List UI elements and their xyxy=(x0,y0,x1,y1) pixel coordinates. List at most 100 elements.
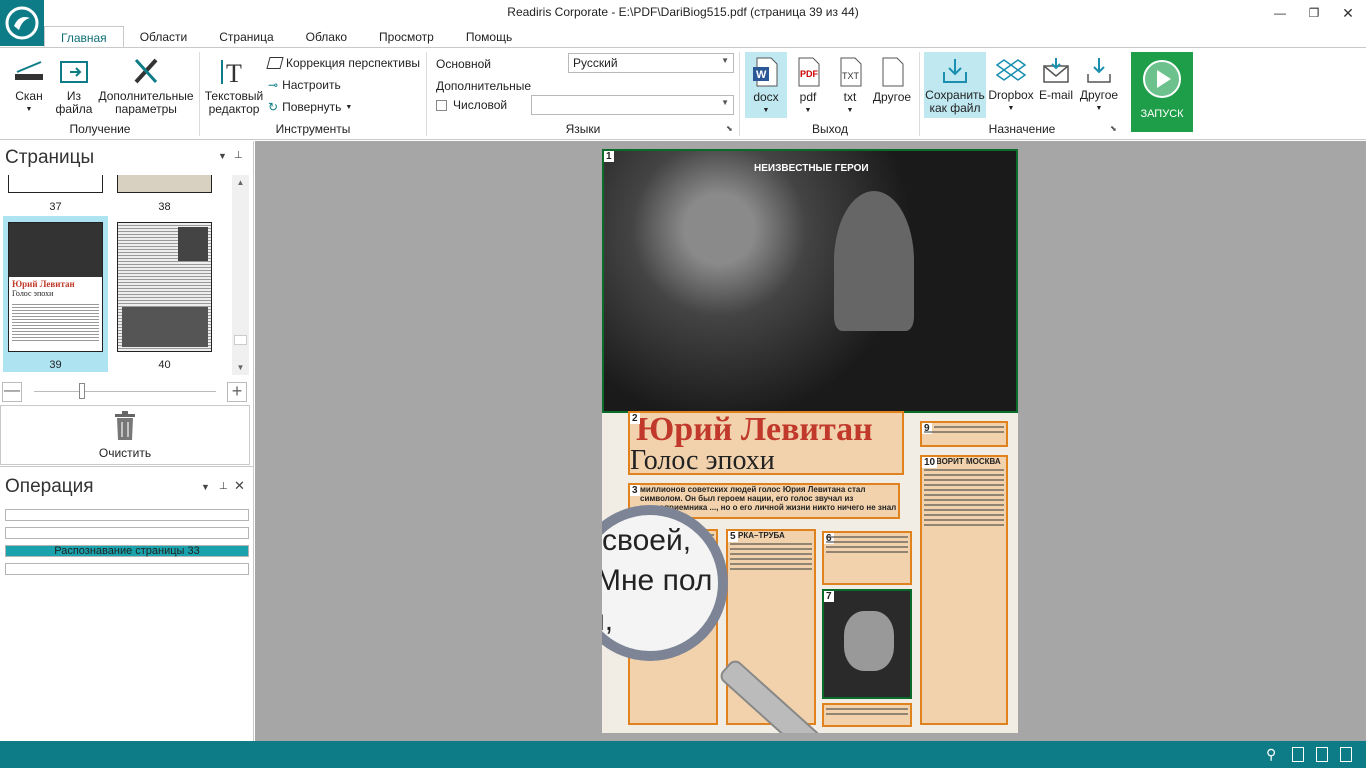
thumbnail-size-slider[interactable] xyxy=(34,391,216,392)
progress-bar xyxy=(5,563,249,575)
tab-cloud[interactable]: Облако xyxy=(290,26,363,47)
document-viewer[interactable]: НЕИЗВЕСТНЫЕ ГЕРОИ 1 2 Юрий Левитан Голос… xyxy=(255,141,1366,741)
adjust-label: Настроить xyxy=(282,78,341,92)
magnifier-line: своей, xyxy=(602,524,692,557)
text-editor-icon: T xyxy=(221,59,242,86)
magnifier-line: Мне пол xyxy=(602,564,713,597)
pin-icon[interactable]: ⊥ xyxy=(219,481,228,492)
pdf-label: pdf xyxy=(799,90,817,104)
page-thumbnail-39[interactable]: Юрий Левитан Голос эпохи xyxy=(8,222,103,352)
tab-home[interactable]: Главная xyxy=(44,26,124,48)
tab-view[interactable]: Просмотр xyxy=(363,26,450,47)
zone-number: 1 xyxy=(604,151,614,162)
page-thumbnail-38[interactable] xyxy=(117,175,212,193)
progress-bar-active: Распознавание страницы 33 xyxy=(5,545,249,557)
docx-button[interactable]: W docx ▼ xyxy=(745,52,787,118)
text-zone-9[interactable]: 9 xyxy=(920,421,1008,447)
perspective-button[interactable]: Коррекция перспективы xyxy=(266,56,420,70)
export-tray-icon xyxy=(1087,58,1111,83)
scroll-up-icon[interactable]: ▲ xyxy=(232,178,249,187)
close-panel-icon[interactable]: ✕ xyxy=(234,478,245,494)
pages-panel-title: Страницы xyxy=(5,147,95,168)
tab-help[interactable]: Помощь xyxy=(450,26,528,47)
run-button[interactable]: ЗАПУСК xyxy=(1131,52,1193,132)
zoom-in-button[interactable]: + xyxy=(227,382,247,402)
close-button[interactable]: ✕ xyxy=(1332,0,1364,26)
progress-text: Распознавание страницы 33 xyxy=(54,545,200,557)
destination-other-label: Другое xyxy=(1079,88,1119,102)
text-zone-10[interactable]: 10 ВОРИТ МОСКВА xyxy=(920,455,1008,725)
scroll-down-icon[interactable]: ▼ xyxy=(232,363,249,372)
text-zone-8[interactable] xyxy=(822,703,912,727)
group-tools-label: Инструменты xyxy=(275,122,351,136)
ribbon: Скан ▼ Из файла Дополнительные параметры … xyxy=(0,47,1366,140)
slider-handle[interactable] xyxy=(79,383,85,399)
zoom-out-button[interactable]: — xyxy=(2,382,22,402)
extra-language-label: Дополнительные xyxy=(436,79,531,93)
perspective-icon xyxy=(266,57,284,69)
zone-number: 10 xyxy=(922,457,938,468)
chevron-down-icon: ▼ xyxy=(721,56,729,65)
svg-text:TXT: TXT xyxy=(842,71,860,81)
pin-icon[interactable]: ⊥ xyxy=(234,150,243,161)
main-language-label: Основной xyxy=(436,57,492,71)
scrollbar-thumb[interactable] xyxy=(234,335,247,345)
thumb-headline: Юрий Левитан xyxy=(12,279,75,289)
docx-label: docx xyxy=(753,90,779,104)
minimize-button[interactable]: — xyxy=(1264,0,1296,26)
group-languages-label: Языки xyxy=(565,122,601,136)
trash-icon xyxy=(115,411,135,440)
page-thumbnail-40[interactable] xyxy=(117,222,212,352)
file-icon xyxy=(882,57,904,87)
page-number-40: 40 xyxy=(158,359,171,371)
txt-button[interactable]: TXT txt ▼ xyxy=(832,56,868,117)
image-zone-1[interactable]: НЕИЗВЕСТНЫЕ ГЕРОИ 1 xyxy=(602,149,1018,413)
app-logo-icon[interactable] xyxy=(0,0,44,46)
tab-page[interactable]: Страница xyxy=(203,26,289,47)
pdf-button[interactable]: PDF pdf ▼ xyxy=(790,56,826,117)
image-zone-7[interactable]: 7 xyxy=(822,589,912,699)
save-as-file-button[interactable]: Сохранить как файл xyxy=(924,52,986,118)
scan-button[interactable]: Скан ▼ xyxy=(8,56,50,116)
email-button[interactable]: E-mail xyxy=(1038,56,1074,102)
zone-number: 7 xyxy=(824,591,834,602)
maximize-button[interactable]: ❐ xyxy=(1298,0,1330,26)
clear-button[interactable]: Очистить xyxy=(0,405,250,465)
rotate-button[interactable]: ↻ Повернуть ▼ xyxy=(268,100,352,114)
fit-page-icon[interactable] xyxy=(1292,747,1304,762)
dialog-launcher-icon[interactable]: ⬊ xyxy=(1110,124,1117,133)
main-language-select[interactable]: Русский ▼ xyxy=(568,53,734,73)
text-editor-label-2: редактор xyxy=(208,102,260,116)
text-zone-6[interactable]: 6 xyxy=(822,531,912,585)
dropbox-icon xyxy=(996,59,1026,81)
fit-width-icon[interactable] xyxy=(1316,747,1328,762)
dropbox-button[interactable]: Dropbox ▼ xyxy=(988,56,1034,115)
email-label: E-mail xyxy=(1038,88,1073,102)
zone-number: 2 xyxy=(630,413,640,424)
dialog-launcher-icon[interactable]: ⬊ xyxy=(726,124,733,133)
progress-bar xyxy=(5,509,249,521)
page-thumbnail-37[interactable] xyxy=(8,175,103,193)
from-file-button[interactable]: Из файла xyxy=(54,56,94,116)
text-zone-2[interactable]: 2 Юрий Левитан Голос эпохи xyxy=(628,411,904,475)
adjust-button[interactable]: ⊸ Настроить xyxy=(268,78,341,92)
output-other-button[interactable]: Другое xyxy=(870,56,914,104)
actual-size-icon[interactable] xyxy=(1340,747,1352,762)
scanner-icon xyxy=(15,61,43,80)
svg-text:PDF: PDF xyxy=(800,69,819,79)
svg-text:W: W xyxy=(756,69,767,81)
panel-menu-icon[interactable]: ▼ xyxy=(218,151,227,161)
panel-menu-icon[interactable]: ▼ xyxy=(201,482,210,492)
search-icon[interactable]: ⚲ xyxy=(1266,746,1276,763)
destination-other-button[interactable]: Другое ▼ xyxy=(1076,56,1122,115)
tab-areas[interactable]: Области xyxy=(124,26,204,47)
pages-scrollbar[interactable]: ▲ ▼ xyxy=(232,175,249,375)
rotate-icon: ↻ xyxy=(268,100,279,114)
extra-params-button[interactable]: Дополнительные параметры xyxy=(98,56,194,116)
pdf-icon: PDF xyxy=(798,57,820,87)
save-label-2: как файл xyxy=(929,101,981,115)
progress-bar xyxy=(5,527,249,539)
text-editor-button[interactable]: T Текстовый редактор xyxy=(204,56,264,116)
extra-language-select[interactable]: ▼ xyxy=(531,95,734,115)
numeric-checkbox[interactable]: Числовой xyxy=(436,98,507,112)
